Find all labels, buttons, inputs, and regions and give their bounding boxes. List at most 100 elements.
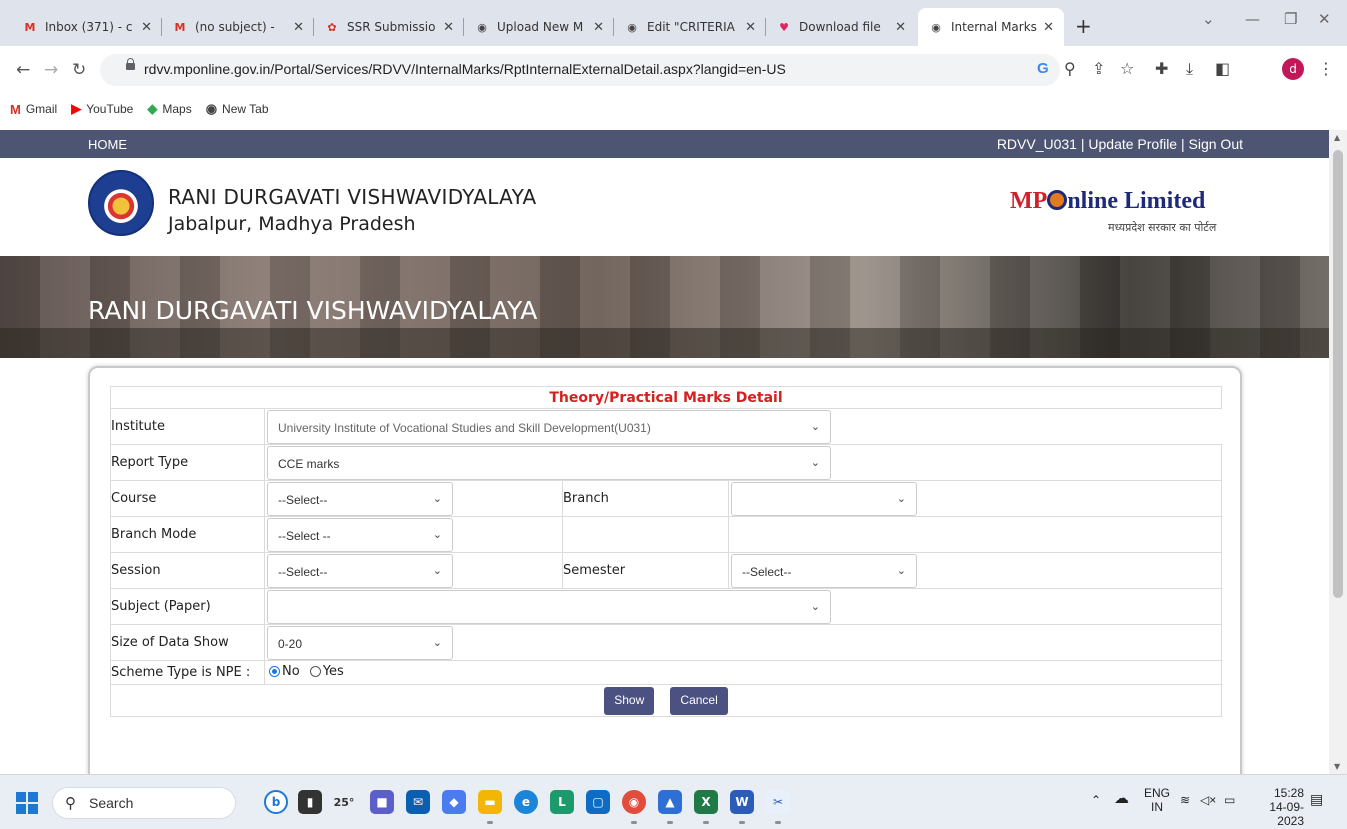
task-view-icon[interactable]: ▮	[298, 790, 322, 814]
side-panel-icon[interactable]: ◧	[1215, 59, 1230, 78]
google-icon[interactable]: G	[1037, 60, 1049, 77]
wifi-icon[interactable]: ≋	[1180, 793, 1190, 807]
session-select[interactable]: --Select-- ⌄	[267, 553, 453, 588]
nav-home-link[interactable]: HOME	[88, 137, 127, 152]
tab-search-icon[interactable]: ⌄	[1202, 10, 1215, 28]
scroll-up-arrow-icon[interactable]: ▲	[1334, 133, 1340, 142]
radio-checked-icon[interactable]	[269, 666, 280, 677]
show-button[interactable]: Show	[604, 686, 655, 715]
branch-mode-select-value: --Select --	[278, 528, 331, 543]
url-text[interactable]: rdvv.mponline.gov.in/Portal/Services/RDV…	[144, 61, 786, 77]
bookmark-label: New Tab	[222, 102, 269, 116]
radio-unchecked-icon[interactable]	[309, 666, 321, 677]
tab-inbox[interactable]: M Inbox (371) - c ✕	[12, 8, 162, 46]
page-scrollbar[interactable]: ▲ ▼	[1329, 130, 1347, 774]
language-indicator[interactable]: ENG IN	[1144, 786, 1170, 814]
menu-kebab-icon[interactable]: ⋮	[1318, 59, 1334, 78]
tab-no-subject[interactable]: M (no subject) - ✕	[162, 8, 314, 46]
new-tab-button[interactable]: +	[1075, 14, 1092, 38]
word-icon[interactable]: W	[730, 790, 754, 824]
course-select[interactable]: --Select-- ⌄	[267, 481, 453, 516]
download-icon[interactable]: ⤓	[1186, 59, 1193, 79]
bookmark-youtube[interactable]: ▶ YouTube	[71, 101, 133, 117]
close-icon[interactable]: ✕	[895, 20, 906, 35]
snipping-tool-icon[interactable]: ✂	[766, 790, 790, 824]
chrome-icon[interactable]: ◉	[622, 790, 646, 824]
close-window-button[interactable]: ✕	[1318, 10, 1331, 28]
close-icon[interactable]: ✕	[141, 20, 152, 35]
chevron-down-icon: ⌄	[432, 492, 442, 505]
branch-label: Branch	[562, 480, 729, 517]
scheme-no-radio[interactable]: No	[269, 664, 300, 679]
file-explorer-icon[interactable]: ▬	[478, 790, 502, 824]
lock-icon[interactable]	[126, 58, 135, 70]
back-arrow-icon[interactable]: ←	[16, 60, 30, 80]
branch-select[interactable]: ⌄	[731, 481, 917, 516]
weather-temp: 25°	[333, 795, 355, 809]
chevron-down-icon: ⌄	[432, 636, 442, 649]
cancel-button[interactable]: Cancel	[670, 686, 728, 715]
tab-download-file[interactable]: ♥ Download file ✕	[766, 8, 916, 46]
tab-ssr-submission[interactable]: ✿ SSR Submissio ✕	[314, 8, 464, 46]
minimize-button[interactable]: —	[1245, 10, 1260, 28]
app-icon[interactable]: ◆	[442, 790, 466, 814]
chevron-down-icon: ⌄	[432, 528, 442, 541]
bookmark-new-tab[interactable]: ◉ New Tab	[206, 101, 269, 117]
bookmark-maps[interactable]: ◆ Maps	[147, 101, 191, 117]
bookmark-gmail[interactable]: M Gmail	[10, 102, 57, 117]
scroll-down-arrow-icon[interactable]: ▼	[1334, 762, 1340, 771]
tab-edit-criteria[interactable]: ◉ Edit "CRITERIA ✕	[614, 8, 766, 46]
branch-mode-select[interactable]: --Select -- ⌄	[267, 517, 453, 552]
report-type-select[interactable]: CCE marks ⌄	[267, 445, 831, 480]
subject-select[interactable]: ⌄	[267, 589, 831, 624]
share-icon[interactable]: ⇪	[1092, 59, 1105, 78]
report-type-select-value: CCE marks	[278, 456, 340, 471]
profile-avatar[interactable]: d	[1282, 58, 1304, 80]
scrollbar-thumb[interactable]	[1333, 150, 1343, 598]
zoom-icon[interactable]: ⚲	[1064, 59, 1076, 78]
extensions-icon[interactable]: ✚	[1155, 59, 1168, 78]
institute-select[interactable]: University Institute of Vocational Studi…	[267, 409, 831, 444]
excel-icon[interactable]: X	[694, 790, 718, 824]
weather-icon[interactable]: 25°	[332, 790, 356, 814]
bing-icon[interactable]: b	[264, 790, 288, 814]
store-icon[interactable]: ▢	[586, 790, 610, 814]
tab-internal-marks[interactable]: ◉ Internal Marks ✕	[918, 8, 1064, 46]
restore-button[interactable]: ❐	[1284, 10, 1297, 28]
university-location: Jabalpur, Madhya Pradesh	[168, 213, 416, 235]
mail-icon[interactable]: ✉	[406, 790, 430, 814]
report-type-label: Report Type	[110, 444, 265, 481]
clock[interactable]: 15:28 14-09-2023	[1248, 786, 1304, 828]
taskbar-search-box[interactable]: ⚲ Search	[52, 787, 236, 819]
windows-start-icon[interactable]	[16, 792, 38, 814]
bookmark-label: Maps	[162, 102, 192, 116]
scheme-yes-radio[interactable]: Yes	[309, 664, 344, 679]
mponline-tagline: मध्यप्रदेश सरकार का पोर्टल	[1108, 221, 1217, 234]
globe-icon: ◉	[477, 20, 487, 34]
size-select[interactable]: 0-20 ⌄	[267, 625, 453, 660]
session-select-value: --Select--	[278, 564, 328, 579]
close-icon[interactable]: ✕	[593, 20, 604, 35]
battery-icon[interactable]: ▭	[1224, 793, 1235, 807]
reload-icon[interactable]: ↻	[72, 60, 86, 80]
l-app-icon[interactable]: L	[550, 790, 574, 814]
notification-icon[interactable]: ▤	[1310, 792, 1323, 806]
address-bar[interactable]: rdvv.mponline.gov.in/Portal/Services/RDV…	[100, 54, 1060, 86]
forward-arrow-icon[interactable]: →	[44, 60, 58, 80]
close-icon[interactable]: ✕	[293, 20, 304, 35]
volume-icon[interactable]: ◁×	[1200, 793, 1216, 807]
close-icon[interactable]: ✕	[745, 20, 756, 35]
semester-select[interactable]: --Select-- ⌄	[731, 553, 917, 588]
university-seal-logo	[88, 170, 154, 236]
close-icon[interactable]: ✕	[443, 20, 454, 35]
session-label: Session	[110, 552, 265, 589]
nav-user-links[interactable]: RDVV_U031 | Update Profile | Sign Out	[997, 136, 1243, 152]
bookmark-star-icon[interactable]: ☆	[1120, 59, 1134, 78]
onedrive-icon[interactable]: ☁	[1114, 791, 1129, 806]
close-icon[interactable]: ✕	[1043, 20, 1054, 35]
teams-icon[interactable]: ■	[370, 790, 394, 814]
photos-icon[interactable]: ▲	[658, 790, 682, 824]
edge-icon[interactable]: e	[514, 790, 538, 814]
tab-upload-new[interactable]: ◉ Upload New M ✕	[464, 8, 614, 46]
chevron-up-icon[interactable]: ⌃	[1091, 793, 1101, 807]
